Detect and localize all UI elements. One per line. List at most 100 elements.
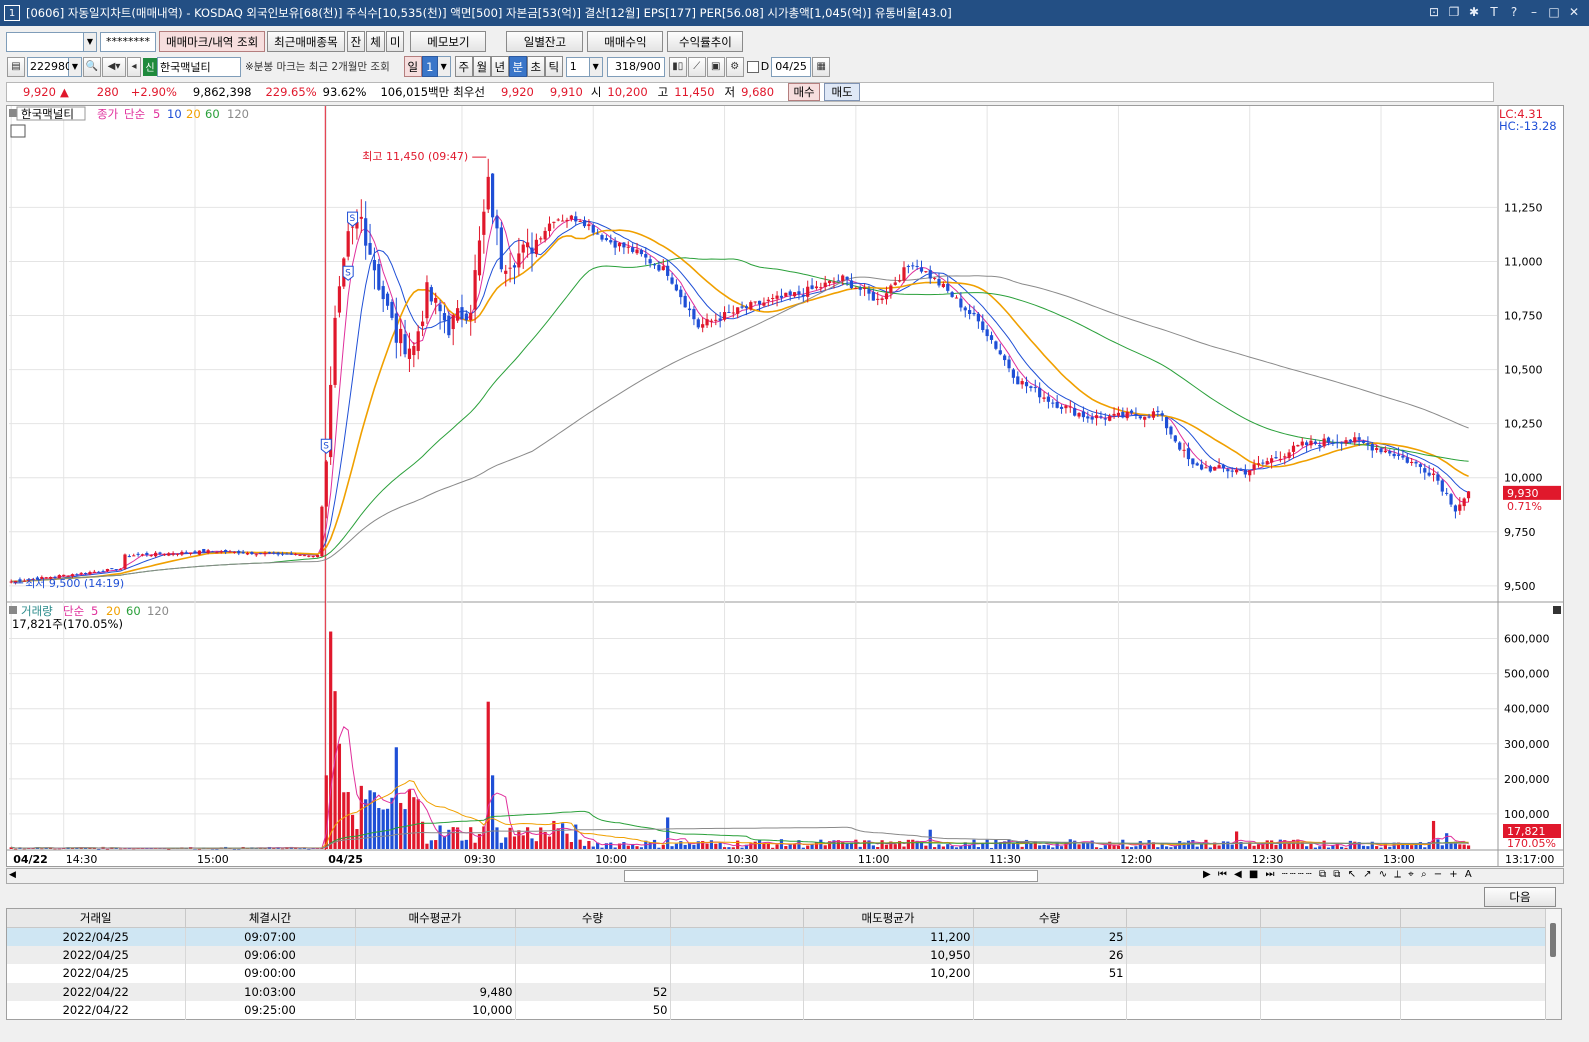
scroll-left-icon[interactable]: ◀ bbox=[9, 870, 16, 880]
save-icon[interactable]: ▣ bbox=[706, 56, 725, 77]
interval-input[interactable]: 1 bbox=[565, 56, 590, 77]
period-year-button[interactable]: 년 bbox=[490, 56, 509, 77]
line-tool-icon[interactable]: ⟋ bbox=[687, 56, 706, 77]
help-icon[interactable]: ? bbox=[1505, 3, 1523, 21]
return-trend-button[interactable]: 수익률추이 bbox=[667, 31, 744, 52]
period-second-button[interactable]: 초 bbox=[526, 56, 545, 77]
candle-body bbox=[1431, 473, 1436, 475]
trade-row[interactable]: 2022/04/25 09:00:00 10,200 51 bbox=[7, 964, 1546, 983]
gear-icon[interactable]: ⚙ bbox=[725, 56, 744, 77]
trade-profit-button[interactable]: 매매수익 bbox=[587, 31, 664, 52]
executed-button[interactable]: 체 bbox=[366, 31, 385, 52]
candle-body bbox=[898, 280, 902, 282]
candle-body bbox=[136, 553, 140, 555]
candle-body bbox=[434, 297, 438, 303]
trade-row[interactable]: 2022/04/22 09:25:00 10,000 50 bbox=[7, 1001, 1546, 1020]
period-week-button[interactable]: 주 bbox=[454, 56, 473, 77]
stock-code-input[interactable]: 222980 bbox=[27, 56, 72, 77]
volume-panel-close-icon[interactable] bbox=[1553, 606, 1561, 614]
date-input[interactable]: 04/25 bbox=[771, 56, 812, 77]
time-axis-label: 12:00 bbox=[1120, 853, 1152, 866]
speaker-icon[interactable]: ◀▾ bbox=[102, 56, 126, 77]
candle-body bbox=[1414, 461, 1418, 464]
recent-trades-button[interactable]: 최근매매종목 bbox=[267, 31, 345, 52]
candle-body bbox=[189, 552, 193, 554]
candle-body bbox=[981, 321, 985, 331]
font-icon[interactable]: T bbox=[1485, 3, 1503, 21]
next-button[interactable]: 다음 bbox=[1484, 887, 1556, 907]
period-day-button[interactable]: 일 bbox=[403, 56, 422, 77]
scroll-thumb[interactable] bbox=[624, 870, 1038, 882]
column-header[interactable]: 수량 bbox=[515, 909, 671, 928]
candle-body bbox=[740, 306, 744, 308]
column-header[interactable] bbox=[670, 909, 804, 928]
unexecuted-button[interactable]: 미 bbox=[385, 31, 405, 52]
candle-body bbox=[946, 283, 950, 291]
candle-body bbox=[1147, 416, 1151, 418]
column-header[interactable]: 매도평균가 bbox=[803, 909, 974, 928]
candle-type-icon[interactable]: ▮▯ bbox=[668, 56, 687, 77]
column-header[interactable]: 거래일 bbox=[7, 909, 186, 928]
candle-body bbox=[162, 554, 166, 556]
search-icon[interactable]: 🔍 bbox=[83, 56, 101, 77]
settings-icon[interactable]: ✱ bbox=[1465, 3, 1483, 21]
candle-body bbox=[1191, 458, 1195, 465]
layout-icon[interactable]: ▤ bbox=[7, 56, 25, 77]
balance-button[interactable]: 잔 bbox=[346, 31, 366, 52]
chart-svg[interactable]: 11,250 11,000 10,750 10,500 10,250 10,000 9,75… bbox=[7, 106, 1563, 866]
candle-body bbox=[399, 328, 403, 344]
account-dropdown-icon[interactable]: ▼ bbox=[84, 31, 97, 52]
trade-row[interactable]: 2022/04/25 09:06:00 10,950 26 bbox=[7, 945, 1546, 964]
close-icon[interactable]: ✕ bbox=[1565, 3, 1583, 21]
candle-body bbox=[385, 293, 390, 306]
calendar-icon[interactable]: ▦ bbox=[812, 56, 831, 77]
period-month-button[interactable]: 월 bbox=[472, 56, 491, 77]
grid-scroll-thumb[interactable] bbox=[1550, 923, 1556, 957]
period-tick-button[interactable]: 틱 bbox=[544, 56, 563, 77]
trade-mark-query-button[interactable]: 매매마크/내역 조회 bbox=[159, 31, 266, 52]
high-label: 고 bbox=[657, 85, 669, 99]
time-axis-label: 11:30 bbox=[989, 853, 1021, 866]
volume-bar bbox=[105, 848, 110, 850]
memo-view-button[interactable]: 메모보기 bbox=[410, 31, 487, 52]
daily-balance-button[interactable]: 일별잔고 bbox=[506, 31, 584, 52]
chart-area[interactable]: 11,250 11,000 10,750 10,500 10,250 10,000 9,75… bbox=[6, 105, 1564, 867]
column-header[interactable]: 수량 bbox=[973, 909, 1127, 928]
minimize-icon[interactable]: – bbox=[1525, 3, 1543, 21]
candle-body bbox=[1064, 405, 1068, 409]
password-field[interactable]: ******** bbox=[100, 31, 156, 52]
trade-row[interactable]: 2022/04/22 10:03:00 9,480 52 bbox=[7, 982, 1546, 1001]
time-axis-label: 04/22 bbox=[13, 853, 48, 866]
chart-settings-icon[interactable] bbox=[10, 124, 26, 138]
column-header[interactable]: 체결시간 bbox=[185, 909, 356, 928]
chart-scrollbar[interactable]: ◀ ▶ ⏮ ◀ ■ ⏭ ┄┄┄┄ ⧉ ⧉ ↖ ↗ ∿ ⟂ ⌖ ⌕ − + A bbox=[6, 868, 1564, 884]
period-day-dropdown-icon[interactable]: ▼ bbox=[437, 56, 451, 77]
sell-button[interactable]: 매도 bbox=[824, 83, 861, 101]
stock-code-dropdown-icon[interactable]: ▼ bbox=[69, 56, 82, 77]
period-minute-button[interactable]: 분 bbox=[508, 56, 527, 77]
column-header[interactable] bbox=[1126, 909, 1261, 928]
interval-dropdown-icon[interactable]: ▼ bbox=[589, 56, 603, 77]
volume-bar bbox=[1326, 847, 1331, 849]
best-bid: 9,910 bbox=[549, 85, 583, 99]
column-header[interactable]: 매수평균가 bbox=[355, 909, 516, 928]
trade-row[interactable]: 2022/04/25 09:07:00 11,200 25 bbox=[7, 927, 1546, 946]
date-checkbox[interactable] bbox=[746, 60, 759, 73]
candle-body bbox=[543, 230, 547, 240]
column-header[interactable] bbox=[1260, 909, 1401, 928]
buy-button[interactable]: 매수 bbox=[788, 83, 821, 101]
column-header[interactable] bbox=[1400, 909, 1546, 928]
prev-stock-icon[interactable]: ◂ bbox=[127, 56, 141, 77]
account-select[interactable] bbox=[6, 31, 84, 52]
copy-window-icon[interactable]: ❐ bbox=[1445, 3, 1463, 21]
bar-count-field[interactable]: 318/900 bbox=[606, 56, 665, 77]
link-icon[interactable]: ⊡ bbox=[1425, 3, 1443, 21]
volume-bar bbox=[1051, 847, 1055, 849]
chart-nav-controls[interactable]: ▶ ⏮ ◀ ■ ⏭ ┄┄┄┄ ⧉ ⧉ ↖ ↗ ∿ ⟂ ⌖ ⌕ − + A bbox=[1203, 869, 1474, 880]
candle-body bbox=[801, 294, 805, 297]
candle-body bbox=[202, 548, 206, 553]
grid-scrollbar[interactable] bbox=[1545, 909, 1561, 1019]
period-day-value[interactable]: 1 bbox=[421, 56, 438, 77]
maximize-icon[interactable]: □ bbox=[1545, 3, 1563, 21]
volume-bar bbox=[657, 847, 661, 849]
